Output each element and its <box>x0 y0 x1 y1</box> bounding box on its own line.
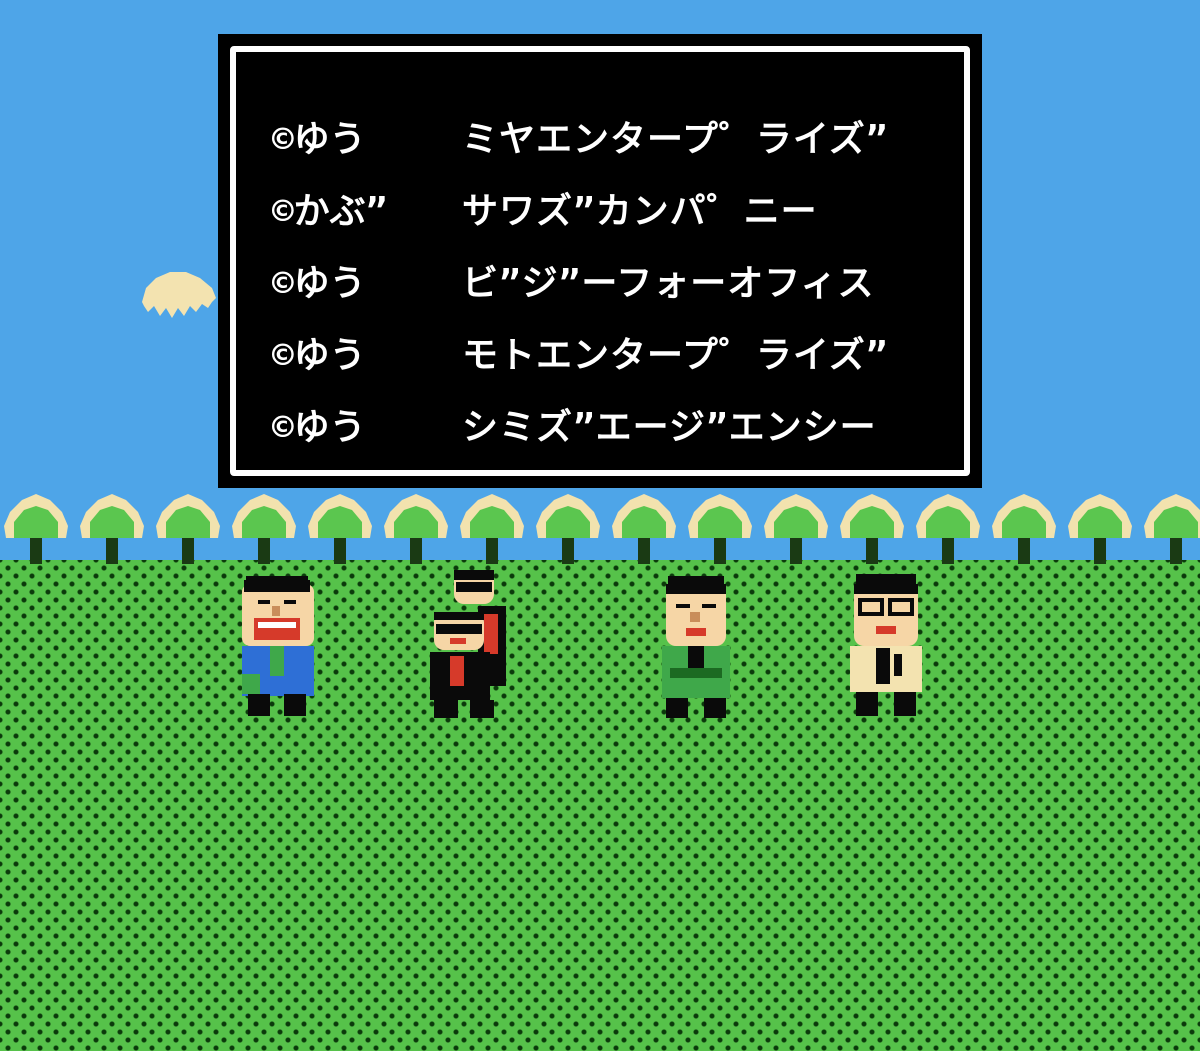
tree-icon <box>992 494 1056 564</box>
tree-icon <box>308 494 372 564</box>
tree-icon <box>764 494 828 564</box>
character-blue-suit <box>242 576 314 716</box>
credit-company: ビ”ジ”ーフォーオフィス <box>462 263 875 304</box>
credit-copyright: ©ゆう <box>272 335 366 376</box>
credit-company: シミズ”エージ”エンシー <box>462 407 877 448</box>
cloud-icon <box>142 272 216 318</box>
tree-icon <box>1068 494 1132 564</box>
tree-icon <box>460 494 524 564</box>
tree-icon <box>916 494 980 564</box>
credit-company: モトエンタープ゜ライズ” <box>462 335 889 376</box>
credit-row: ©ゆう モトエンタープ゜ライズ” <box>272 326 952 386</box>
credit-row: ©ゆう ビ”ジ”ーフォーオフィス <box>272 254 952 314</box>
credit-company: サワズ”カンパ゜ニー <box>462 191 818 232</box>
game-scene: ©ゆう ミヤエンタープ゜ライズ” ©かぶ” サワズ”カンパ゜ニー ©ゆう ビ”ジ… <box>0 0 1200 1051</box>
character-green-suit <box>662 576 730 718</box>
tree-icon <box>156 494 220 564</box>
character-glasses-cream <box>850 574 922 716</box>
credits-frame: ©ゆう ミヤエンタープ゜ライズ” ©かぶ” サワズ”カンパ゜ニー ©ゆう ビ”ジ… <box>230 46 970 476</box>
grass-field <box>0 560 1200 1051</box>
tree-icon <box>688 494 752 564</box>
tree-line <box>0 486 1200 568</box>
tree-icon <box>4 494 68 564</box>
tree-icon <box>840 494 904 564</box>
credit-row: ©ゆう シミズ”エージ”エンシー <box>272 398 952 458</box>
credit-row: ©ゆう ミヤエンタープ゜ライズ” <box>272 110 952 170</box>
tree-icon <box>536 494 600 564</box>
tree-icon <box>1144 494 1200 564</box>
credit-copyright: ©かぶ” <box>272 191 388 232</box>
tree-icon <box>384 494 448 564</box>
credit-copyright: ©ゆう <box>272 407 366 448</box>
credit-copyright: ©ゆう <box>272 263 366 304</box>
tree-icon <box>232 494 296 564</box>
character-black-suits-duo <box>430 570 506 718</box>
credit-copyright: ©ゆう <box>272 119 366 160</box>
tree-icon <box>612 494 676 564</box>
credit-company: ミヤエンタープ゜ライズ” <box>462 119 889 160</box>
tree-icon <box>80 494 144 564</box>
credit-row: ©かぶ” サワズ”カンパ゜ニー <box>272 182 952 242</box>
credits-box: ©ゆう ミヤエンタープ゜ライズ” ©かぶ” サワズ”カンパ゜ニー ©ゆう ビ”ジ… <box>218 34 982 488</box>
